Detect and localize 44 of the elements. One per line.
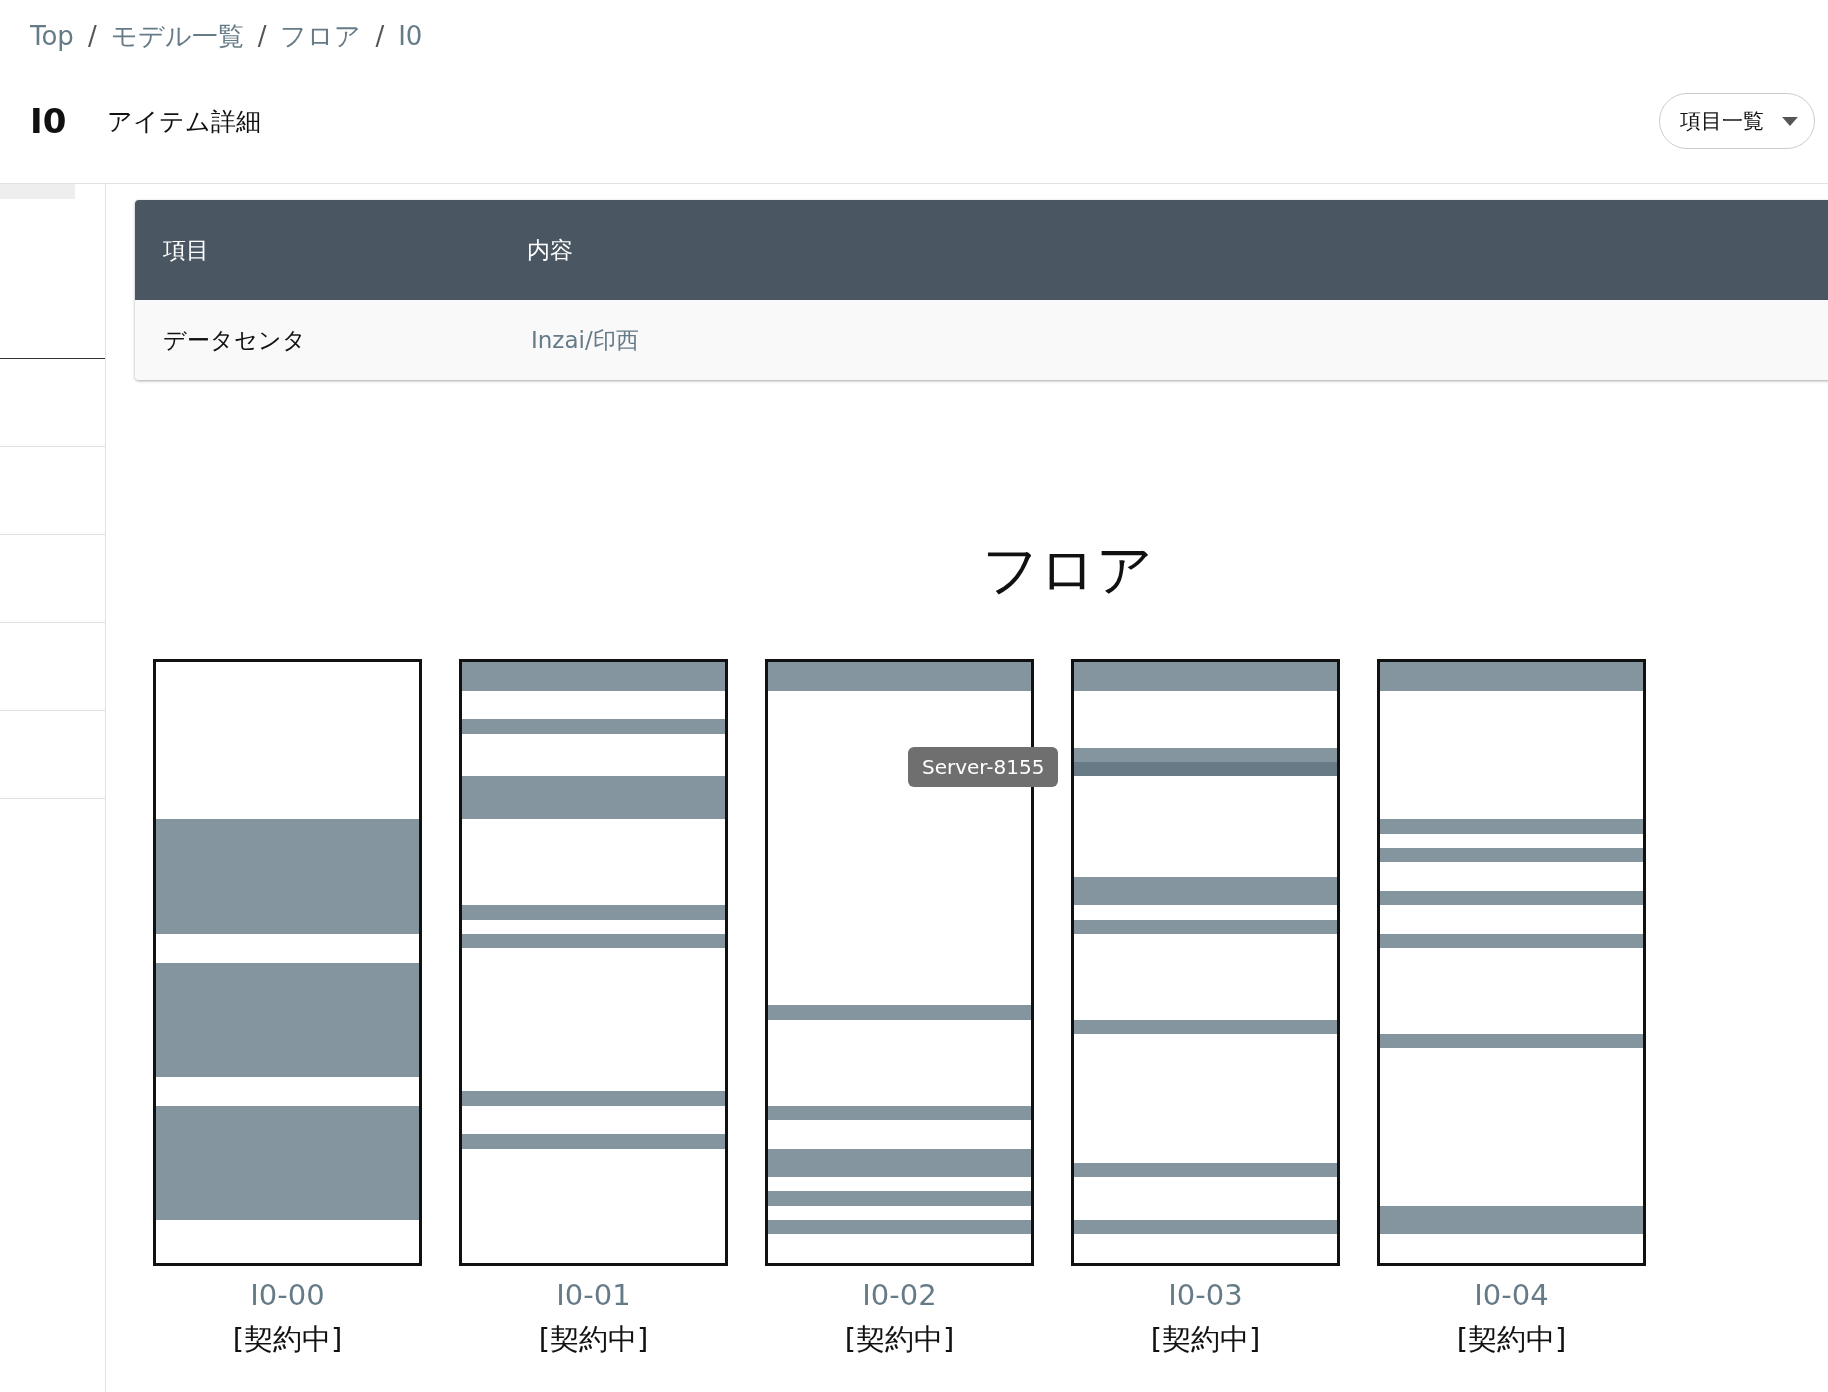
breadcrumb-link[interactable]: Top [30, 21, 74, 51]
floor-title: フロア [980, 536, 1154, 604]
page-subtitle: アイテム詳細 [107, 105, 261, 138]
breadcrumb-separator: / [375, 21, 385, 51]
server-slot[interactable] [462, 933, 725, 949]
server-slot[interactable] [1074, 1162, 1337, 1178]
column-header: 項目 [162, 235, 210, 265]
server-slot[interactable] [1074, 876, 1337, 906]
column-header: 内容 [526, 235, 574, 265]
rack-link[interactable]: I0-03 [1168, 1278, 1243, 1312]
server-slot[interactable] [768, 1220, 1031, 1235]
server-slot[interactable] [768, 1105, 1031, 1120]
rack-status: [契約中] [1456, 1321, 1567, 1358]
rack-status: [契約中] [1150, 1321, 1261, 1358]
server-slot[interactable] [1074, 1220, 1337, 1235]
rack-link[interactable]: I0-00 [250, 1278, 325, 1312]
server-slot[interactable] [768, 1148, 1031, 1178]
page-title: I0 [30, 101, 68, 141]
server-slot[interactable] [1380, 890, 1643, 906]
server-slot[interactable] [462, 776, 725, 820]
breadcrumb-separator: / [87, 21, 97, 51]
breadcrumb-link[interactable]: フロア [280, 18, 362, 54]
table-cell-text: Inzai/印西 [530, 325, 639, 355]
server-slot[interactable] [1074, 747, 1337, 763]
breadcrumb-separator: / [257, 21, 267, 51]
rack-status: [契約中] [844, 1321, 955, 1358]
breadcrumb-link[interactable]: モデル一覧 [110, 18, 244, 54]
caret-icon [1782, 116, 1798, 126]
server-slot[interactable] [1074, 1019, 1337, 1035]
rack-status: [契約中] [232, 1321, 343, 1358]
breadcrumb-link[interactable]: I0 [398, 21, 423, 51]
server-slot[interactable] [1380, 848, 1643, 863]
server-slot[interactable] [1074, 919, 1337, 934]
rack-link[interactable]: I0-04 [1474, 1278, 1549, 1312]
rack-link[interactable]: I0-02 [862, 1278, 937, 1312]
table-cell-text: データセンタ [162, 325, 307, 355]
server-slot[interactable] [1380, 1205, 1643, 1235]
rack-link[interactable]: I0-01 [556, 1278, 631, 1312]
highlighted-server-slot[interactable] [1074, 762, 1337, 777]
item-list-dropdown[interactable]: 項目一覧 [1659, 93, 1815, 149]
tooltip: Server-8155 [908, 747, 1059, 787]
server-slot[interactable] [1380, 1034, 1643, 1049]
rack-status: [契約中] [538, 1321, 649, 1358]
server-slot[interactable] [1380, 933, 1643, 949]
